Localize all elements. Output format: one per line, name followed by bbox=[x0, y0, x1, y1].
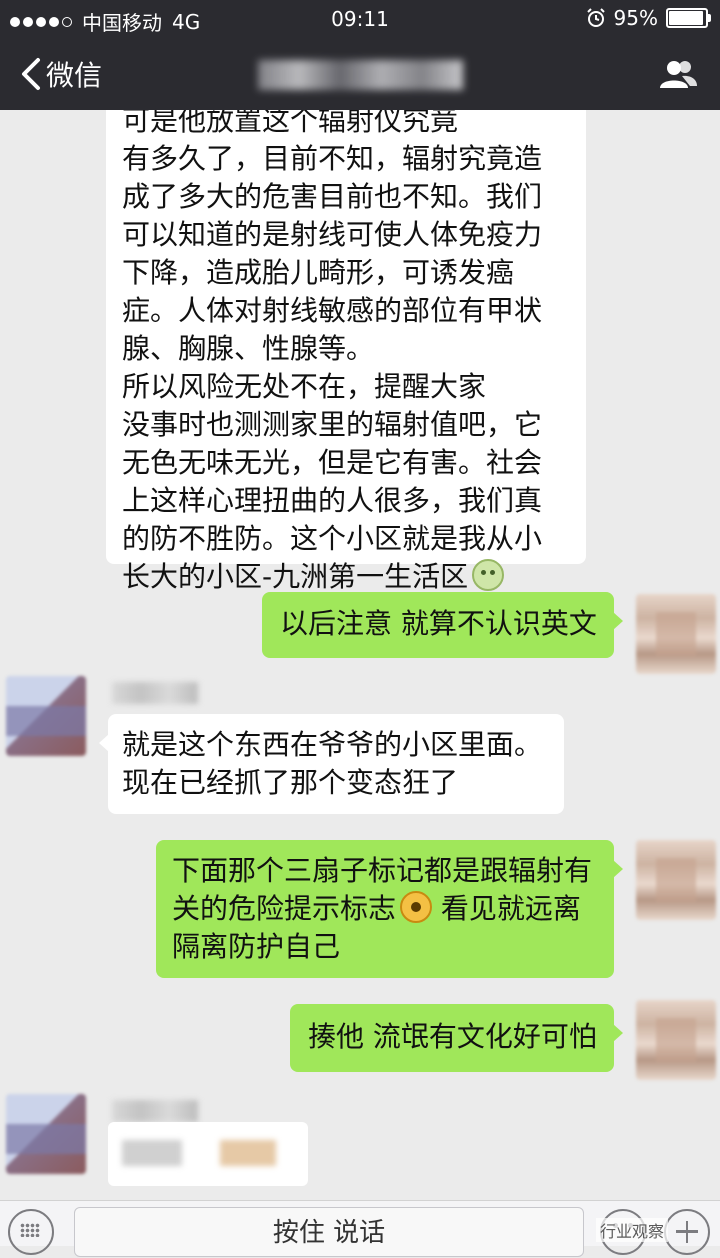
status-right: 95% bbox=[586, 6, 711, 30]
message-bubble-incoming[interactable]: 可是他放置这个辐射仪究竟 有多久了，目前不知，辐射究竟造 成了多大的危害目前也不… bbox=[106, 110, 586, 593]
nav-bar: 微信 bbox=[0, 38, 720, 110]
bubble-tail bbox=[613, 612, 623, 630]
hold-to-talk-button[interactable]: 按住 说话 bbox=[74, 1207, 584, 1257]
radioactive-emoji-icon bbox=[400, 891, 433, 923]
message-line: 症。人体对射线敏感的部位有甲状 bbox=[122, 294, 543, 327]
message-bubble-blurred[interactable] bbox=[108, 1122, 308, 1186]
message-line: 就是这个东西在爷爷的小区里面。 bbox=[122, 728, 543, 761]
message-line: 现在已经抓了那个变态狂了 bbox=[122, 766, 459, 799]
message-line: 上这样心理扭曲的人很多，我们真 bbox=[122, 484, 543, 517]
chat-area[interactable]: 可是他放置这个辐射仪究竟 有多久了，目前不知，辐射究竟造 成了多大的危害目前也不… bbox=[0, 110, 720, 1200]
back-label: 微信 bbox=[46, 59, 103, 92]
message-line: 腺、胸腺、性腺等。 bbox=[122, 332, 375, 365]
message-bubble-outgoing[interactable]: 揍他 流氓有文化好可怕 bbox=[290, 1004, 623, 1072]
back-button[interactable]: 微信 bbox=[20, 54, 102, 94]
keyboard-icon[interactable] bbox=[8, 1209, 54, 1255]
plus-icon[interactable] bbox=[664, 1209, 710, 1255]
avatar-contact[interactable] bbox=[6, 676, 86, 756]
message-line: 没事时也测测家里的辐射值吧，它 bbox=[122, 408, 543, 441]
message-bubble-outgoing[interactable]: 以后注意 就算不认识英文 bbox=[262, 592, 623, 658]
message-line: 下降，造成胎儿畸形，可诱发癌 bbox=[122, 256, 515, 289]
sender-name-blurred bbox=[112, 1100, 198, 1122]
message-line: 有多久了，目前不知，辐射究竟造 bbox=[122, 142, 543, 175]
avatar-self[interactable] bbox=[636, 1000, 716, 1080]
message-line: 长大的小区-九洲第一生活区 bbox=[122, 558, 572, 596]
group-members-icon[interactable] bbox=[658, 58, 698, 90]
chat-title-blurred bbox=[258, 60, 463, 90]
message-line: 成了多大的危害目前也不知。我们 bbox=[122, 180, 543, 213]
bubble-tail bbox=[613, 1024, 623, 1042]
grimace-emoji-icon bbox=[472, 559, 505, 591]
battery-percent: 95% bbox=[613, 6, 658, 30]
watermark: 行业观察 bbox=[596, 1218, 669, 1242]
status-bar: 中国移动 4G 09:11 95% bbox=[0, 0, 720, 38]
avatar-contact[interactable] bbox=[6, 1094, 86, 1174]
message-bubble-outgoing[interactable]: 下面那个三扇子标记都是跟辐射有 关的危险提示标志 看见就远离 隔离防护自己 bbox=[156, 840, 623, 978]
battery-icon bbox=[666, 8, 711, 28]
chevron-left-icon bbox=[22, 58, 40, 90]
avatar-self[interactable] bbox=[636, 594, 716, 674]
message-line: 可以知道的是射线可使人体免疫力 bbox=[122, 218, 543, 251]
message-line: 关的危险提示标志 看见就远离 bbox=[172, 890, 614, 928]
battery-fill bbox=[669, 11, 704, 25]
sender-name-blurred bbox=[112, 682, 198, 704]
message-bubble-incoming[interactable]: 就是这个东西在爷爷的小区里面。 现在已经抓了那个变态狂了 bbox=[99, 714, 564, 814]
bubble-tail bbox=[99, 734, 109, 752]
message-line: 无色无味无光，但是它有害。社会 bbox=[122, 446, 543, 479]
message-line: 以后注意 就算不认识英文 bbox=[280, 607, 597, 640]
message-line: 可是他放置这个辐射仪究竟 bbox=[122, 110, 459, 137]
message-line: 揍他 流氓有文化好可怕 bbox=[308, 1020, 597, 1053]
message-line: 的防不胜防。这个小区就是我从小 bbox=[122, 522, 543, 555]
message-text: 关的危险提示标志 bbox=[172, 892, 397, 925]
message-line: 下面那个三扇子标记都是跟辐射有 bbox=[172, 854, 593, 887]
avatar-self[interactable] bbox=[636, 840, 716, 920]
message-line: 隔离防护自己 bbox=[172, 930, 341, 963]
message-text: 看见就远离 bbox=[432, 892, 581, 925]
alarm-icon bbox=[586, 8, 605, 27]
message-text: 长大的小区-九洲第一生活区 bbox=[122, 560, 469, 593]
message-line: 所以风险无处不在，提醒大家 bbox=[122, 370, 487, 403]
bubble-tail bbox=[613, 860, 623, 878]
